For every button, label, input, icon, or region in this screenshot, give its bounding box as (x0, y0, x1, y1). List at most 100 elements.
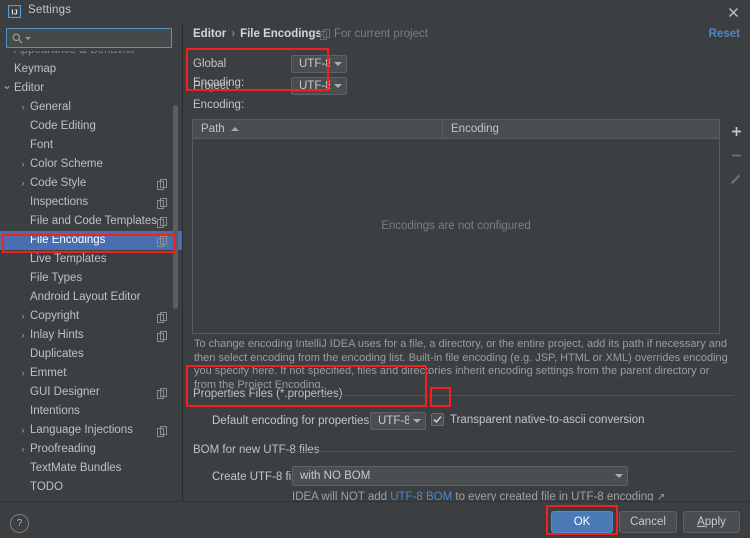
sidebar-item-code-editing[interactable]: Code Editing (0, 117, 182, 136)
sort-ascending-icon (230, 127, 239, 131)
sidebar-item-file-encodings[interactable]: File Encodings (0, 231, 182, 250)
sidebar-item-proofreading[interactable]: › Proofreading (0, 440, 182, 459)
sidebar-item-label: Inspections (30, 196, 89, 208)
sidebar-item-label: TextMate Bundles (30, 462, 122, 474)
reset-link[interactable]: Reset (709, 28, 740, 40)
sidebar-item-editor[interactable]: ⌄ Editor (0, 79, 182, 98)
sidebar-scrollbar[interactable] (173, 105, 178, 309)
breadcrumb-separator: › (231, 28, 236, 40)
sidebar-item-label: Keymap (14, 63, 57, 75)
content-panel: Editor › File Encodings For current projec… (184, 23, 750, 509)
sidebar-item-live-templates[interactable]: Live Templates (0, 250, 182, 269)
breadcrumb-leaf: File Encodings (240, 28, 322, 40)
table-body: Encodings are not configured (193, 139, 719, 333)
transparent-ascii-checkbox[interactable] (431, 413, 444, 426)
table-empty-message: Encodings are not configured (381, 220, 531, 232)
sidebar-item-file-and-code-templates[interactable]: File and Code Templates (0, 212, 182, 231)
apply-mnemonic: A (697, 516, 705, 528)
chevron-down-icon (330, 62, 346, 66)
apply-button[interactable]: Apply (683, 511, 740, 533)
sidebar-item-code-style[interactable]: › Code Style (0, 174, 182, 193)
help-button[interactable]: ? (10, 514, 29, 533)
cancel-button[interactable]: Cancel (619, 511, 677, 533)
default-properties-encoding-combobox[interactable]: UTF-8 (370, 412, 426, 430)
create-utf8-files-combobox[interactable]: with NO BOM (292, 466, 628, 486)
sidebar-item-keymap[interactable]: Keymap (0, 60, 182, 79)
sidebar-item-label: File and Code Templates (30, 215, 157, 227)
breadcrumb: Editor › File Encodings (193, 28, 322, 40)
sidebar-item-label: Inlay Hints (30, 329, 84, 341)
chevron-right-icon[interactable]: › (18, 174, 28, 193)
sidebar-item-label: Live Templates (30, 253, 107, 265)
sidebar-item-label: Editor (14, 82, 45, 94)
edit-button[interactable] (724, 167, 748, 191)
settings-sidebar: Appearance & BehaviorKeymap⌄Editor›Gener… (0, 23, 183, 509)
chevron-down-icon (611, 474, 627, 478)
sidebar-item-label: GUI Designer (30, 386, 100, 398)
search-field[interactable] (6, 28, 180, 48)
for-current-project-text: For current project (334, 28, 428, 40)
sidebar-item-file-types[interactable]: File Types (0, 269, 182, 288)
close-icon[interactable] (724, 3, 742, 21)
sidebar-item-inspections[interactable]: Inspections (0, 193, 182, 212)
sidebar-item-label: Android Layout Editor (30, 291, 141, 303)
sidebar-item-label: Code Style (30, 177, 87, 189)
for-current-project-label: For current project (320, 28, 428, 40)
default-properties-encoding-label: Default encoding for properties files: (212, 415, 397, 427)
search-input[interactable] (38, 32, 180, 44)
project-encoding-combobox[interactable]: UTF-8 (291, 77, 347, 95)
chevron-right-icon[interactable]: › (18, 307, 28, 326)
sidebar-item-android-layout-editor[interactable]: Android Layout Editor (0, 288, 182, 307)
column-header-path[interactable]: Path (193, 120, 443, 138)
default-properties-encoding-value: UTF-8 (378, 415, 409, 427)
chevron-right-icon[interactable]: › (18, 326, 28, 345)
remove-button[interactable] (724, 143, 748, 167)
search-dropdown-caret-icon[interactable] (25, 36, 31, 40)
chevron-right-icon[interactable]: › (18, 98, 28, 117)
sidebar-item-inlay-hints[interactable]: › Inlay Hints (0, 326, 182, 345)
sidebar-item-label: Copyright (30, 310, 80, 322)
sidebar-item-label: Intentions (30, 405, 80, 417)
add-button[interactable] (724, 119, 748, 143)
column-header-encoding[interactable]: Encoding (443, 120, 719, 138)
sidebar-item-todo[interactable]: TODO (0, 478, 182, 497)
chevron-down-icon (409, 419, 425, 423)
chevron-down-icon[interactable]: ⌄ (2, 79, 12, 92)
project-encoding-value: UTF-8 (299, 80, 330, 92)
ok-button[interactable]: OK (551, 511, 613, 533)
sidebar-item-intentions[interactable]: Intentions (0, 402, 182, 421)
sidebar-item-gui-designer[interactable]: GUI Designer (0, 383, 182, 402)
sidebar-item-general[interactable]: › General (0, 98, 182, 117)
check-icon (433, 416, 442, 424)
sidebar-item-appearance-behavior[interactable]: Appearance & Behavior (0, 51, 182, 60)
breadcrumb-root[interactable]: Editor (193, 28, 226, 40)
sidebar-item-label: Color Scheme (30, 158, 103, 170)
dialog-footer: ? OK Cancel Apply (0, 501, 750, 538)
sidebar-item-color-scheme[interactable]: › Color Scheme (0, 155, 182, 174)
chevron-right-icon[interactable]: › (18, 364, 28, 383)
sidebar-item-font[interactable]: Font (0, 136, 182, 155)
sidebar-item-label: TODO (30, 481, 64, 493)
sidebar-item-language-injections[interactable]: › Language Injections (0, 421, 182, 440)
settings-dialog: IJ Settings Appearance & BehaviorKeymap⌄… (0, 0, 750, 538)
copy-icon (320, 28, 330, 40)
apply-rest: pply (704, 516, 726, 528)
sidebar-item-copyright[interactable]: › Copyright (0, 307, 182, 326)
sidebar-item-duplicates[interactable]: Duplicates (0, 345, 182, 364)
title-bar: IJ Settings (0, 0, 750, 24)
sidebar-item-label: Proofreading (30, 443, 96, 455)
column-header-encoding-label: Encoding (451, 123, 499, 135)
project-encoding-label: Project Encoding: (193, 80, 245, 111)
sidebar-item-textmate-bundles[interactable]: TextMate Bundles (0, 459, 182, 478)
window-title: Settings (28, 4, 72, 16)
sidebar-item-label: Code Editing (30, 120, 96, 132)
chevron-right-icon[interactable]: › (18, 155, 28, 174)
encodings-table[interactable]: Path Encoding Encodings are not configur… (192, 119, 720, 334)
chevron-right-icon[interactable]: › (18, 421, 28, 440)
bom-group-divider (294, 451, 734, 452)
sidebar-item-label: Duplicates (30, 348, 84, 360)
transparent-ascii-checkbox-row[interactable]: Transparent native-to-ascii conversion (431, 413, 645, 426)
global-encoding-combobox[interactable]: UTF-8 (291, 55, 347, 73)
sidebar-item-emmet[interactable]: › Emmet (0, 364, 182, 383)
chevron-right-icon[interactable]: › (18, 440, 28, 459)
